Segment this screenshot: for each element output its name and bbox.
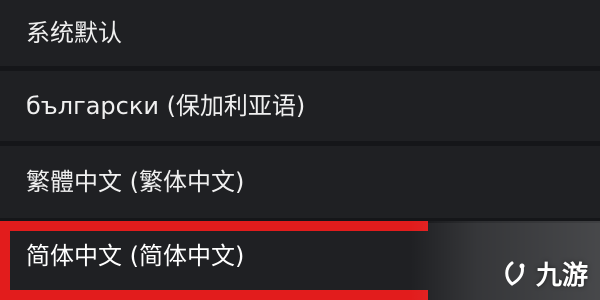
language-option-system-default[interactable]: 系统默认 bbox=[0, 0, 600, 66]
language-option-simplified-chinese[interactable]: 简体中文 (简体中文) bbox=[0, 225, 600, 287]
language-list: 系统默认 български (保加利亚语) 繁體中文 (繁体中文) 简体中文 … bbox=[0, 0, 600, 300]
language-option-bulgarian[interactable]: български (保加利亚语) bbox=[0, 71, 600, 141]
language-picker-screen: 系统默认 български (保加利亚语) 繁體中文 (繁体中文) 简体中文 … bbox=[0, 0, 600, 300]
language-option-label: 系统默认 bbox=[26, 19, 122, 47]
language-option-label: български (保加利亚语) bbox=[26, 92, 306, 120]
language-option-label: 简体中文 (简体中文) bbox=[26, 242, 245, 270]
language-option-traditional-chinese[interactable]: 繁體中文 (繁体中文) bbox=[0, 146, 600, 218]
language-option-label: 繁體中文 (繁体中文) bbox=[26, 168, 245, 196]
list-divider bbox=[0, 218, 600, 223]
